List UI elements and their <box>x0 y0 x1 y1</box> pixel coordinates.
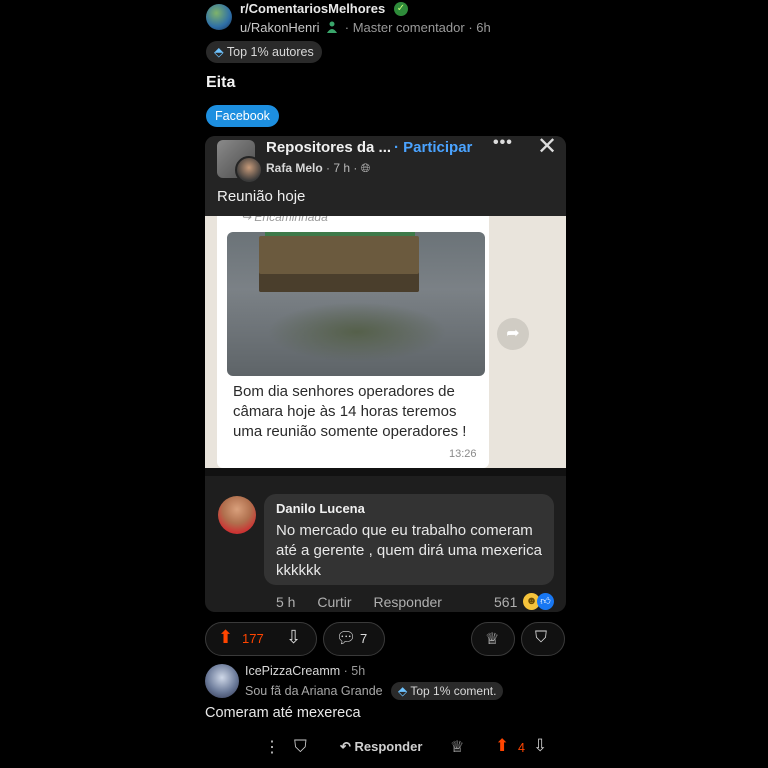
badge-icon: ⬘ <box>398 684 408 698</box>
user-icon <box>327 21 338 33</box>
mod-shield-icon[interactable]: ⛉ <box>294 737 307 757</box>
commenter-avatar <box>218 496 256 534</box>
subreddit-name[interactable]: r/ComentariosMelhores <box>240 1 385 16</box>
divider <box>205 468 566 476</box>
award-icon: ♕ <box>485 631 500 648</box>
commenter-name: Danilo Lucena <box>276 501 365 516</box>
post-flair[interactable]: Facebook <box>206 105 279 127</box>
downvote-icon[interactable]: ⇩ <box>286 627 301 648</box>
fb-comment-bubble: Danilo Lucena No mercado que eu trabalho… <box>264 494 554 585</box>
reply-flair: Sou fã da Ariana Grande <box>245 684 383 698</box>
whatsapp-screenshot: ↪ Encaminhada Bom dia senhores operadore… <box>205 216 566 468</box>
reply-author[interactable]: IcePizzaCreamm <box>245 664 340 678</box>
reply-text: Comeram até mexereca <box>205 705 361 721</box>
reply-downvote-icon[interactable]: ⇩ <box>533 736 547 756</box>
diamond-icon: ⬘ <box>214 45 224 59</box>
fb-post-text: Reunião hoje <box>217 188 306 205</box>
join-link: · Participar <box>394 139 473 156</box>
more-icon: ••• <box>493 136 513 151</box>
forward-icon: ➦ <box>497 318 529 350</box>
close-icon: ✕ <box>537 136 558 160</box>
message-time: 13:26 <box>449 448 477 460</box>
comment-count: 7 <box>360 631 368 646</box>
achievement-icon: ✓ <box>394 2 408 16</box>
forwarded-label: ↪ Encaminhada <box>241 216 328 224</box>
floor-stain <box>267 302 447 362</box>
post-title[interactable]: Eita <box>206 74 235 92</box>
author-flair: · Master comentador · 6h <box>344 20 491 35</box>
poster-line: Rafa Melo · 7 h · 🌐︎ <box>266 161 371 175</box>
reply-score: 4 <box>518 741 525 755</box>
fb-post-header: Repositores da ... · Participar ••• ✕ Ra… <box>205 136 566 216</box>
globe-icon: 🌐︎ <box>360 161 371 175</box>
post-image[interactable]: Repositores da ... · Participar ••• ✕ Ra… <box>205 136 566 612</box>
award-button[interactable]: ♕ <box>471 622 515 656</box>
upvote-icon[interactable]: ⬆ <box>218 627 233 648</box>
top-author-badge: ⬘ Top 1% autores <box>206 41 322 63</box>
message-text: Bom dia senhores operadores de câmara ho… <box>233 383 467 440</box>
fb-comment-text: No mercado que eu trabalho comeram até a… <box>276 522 542 579</box>
comment-icon: 💬︎ <box>336 630 357 647</box>
reply-button[interactable]: ↶ Responder <box>340 739 422 755</box>
reply-author-line: IcePizzaCreamm · 5h <box>245 664 366 678</box>
message-bubble: ↪ Encaminhada Bom dia senhores operadore… <box>217 216 489 468</box>
comments-button[interactable]: 💬︎ 7 <box>323 622 385 656</box>
subreddit-avatar[interactable] <box>206 4 232 30</box>
reply-upvote-icon[interactable]: ⬆ <box>495 736 509 756</box>
reply-award-icon[interactable]: ♕ <box>450 737 464 757</box>
shield-icon: ⛉ <box>535 629 548 646</box>
top-commenter-badge: ⬘ Top 1% coment. <box>391 682 504 700</box>
fb-comment-actions: 5 h Curtir Responder <box>276 594 442 610</box>
message-photo <box>227 232 485 376</box>
post-author-line: u/RakonHenri · Master comentador · 6h <box>240 20 491 35</box>
post-author[interactable]: u/RakonHenri <box>240 20 320 35</box>
pallet <box>259 236 419 292</box>
share-button[interactable]: ⛉ <box>521 622 565 656</box>
reaction-count: 561 <box>494 594 518 610</box>
reply-avatar[interactable] <box>205 664 239 698</box>
vote-pill: ⬆ 177 ⇩ <box>205 622 317 656</box>
group-name: Repositores da ... <box>266 139 392 156</box>
post-score: 177 <box>242 631 264 646</box>
more-options-icon[interactable]: ⋮ <box>264 737 280 757</box>
like-reaction-icon: 👍︎ <box>537 593 554 610</box>
poster-avatar <box>235 156 263 184</box>
